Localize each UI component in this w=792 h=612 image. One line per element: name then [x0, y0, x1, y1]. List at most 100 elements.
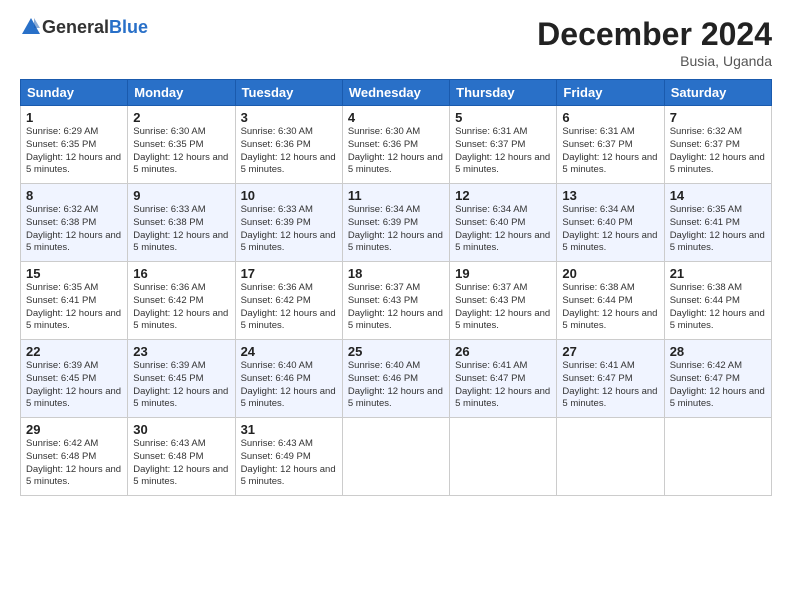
day-number: 19: [455, 266, 551, 281]
day-number: 30: [133, 422, 229, 437]
calendar-cell: 5 Sunrise: 6:31 AMSunset: 6:37 PMDayligh…: [450, 106, 557, 184]
day-number: 5: [455, 110, 551, 125]
calendar-cell: 11 Sunrise: 6:34 AMSunset: 6:39 PMDaylig…: [342, 184, 449, 262]
col-friday: Friday: [557, 80, 664, 106]
calendar-cell: 6 Sunrise: 6:31 AMSunset: 6:37 PMDayligh…: [557, 106, 664, 184]
day-number: 12: [455, 188, 551, 203]
logo-blue-text: Blue: [109, 17, 148, 38]
day-number: 11: [348, 188, 444, 203]
day-number: 13: [562, 188, 658, 203]
day-number: 27: [562, 344, 658, 359]
day-info: Sunrise: 6:35 AMSunset: 6:41 PMDaylight:…: [26, 282, 121, 331]
calendar-cell: 31 Sunrise: 6:43 AMSunset: 6:49 PMDaylig…: [235, 418, 342, 496]
month-title: December 2024: [537, 16, 772, 53]
day-info: Sunrise: 6:32 AMSunset: 6:38 PMDaylight:…: [26, 204, 121, 253]
day-info: Sunrise: 6:35 AMSunset: 6:41 PMDaylight:…: [670, 204, 765, 253]
day-info: Sunrise: 6:38 AMSunset: 6:44 PMDaylight:…: [562, 282, 657, 331]
day-number: 26: [455, 344, 551, 359]
day-number: 21: [670, 266, 766, 281]
calendar-cell: 21 Sunrise: 6:38 AMSunset: 6:44 PMDaylig…: [664, 262, 771, 340]
calendar-cell: 22 Sunrise: 6:39 AMSunset: 6:45 PMDaylig…: [21, 340, 128, 418]
day-info: Sunrise: 6:39 AMSunset: 6:45 PMDaylight:…: [26, 360, 121, 409]
day-number: 25: [348, 344, 444, 359]
logo: GeneralBlue: [20, 16, 148, 38]
col-sunday: Sunday: [21, 80, 128, 106]
day-number: 22: [26, 344, 122, 359]
day-number: 29: [26, 422, 122, 437]
calendar-cell: 14 Sunrise: 6:35 AMSunset: 6:41 PMDaylig…: [664, 184, 771, 262]
calendar-cell: 19 Sunrise: 6:37 AMSunset: 6:43 PMDaylig…: [450, 262, 557, 340]
calendar-cell: 2 Sunrise: 6:30 AMSunset: 6:35 PMDayligh…: [128, 106, 235, 184]
col-thursday: Thursday: [450, 80, 557, 106]
day-info: Sunrise: 6:32 AMSunset: 6:37 PMDaylight:…: [670, 126, 765, 175]
calendar-cell: 9 Sunrise: 6:33 AMSunset: 6:38 PMDayligh…: [128, 184, 235, 262]
col-tuesday: Tuesday: [235, 80, 342, 106]
day-number: 24: [241, 344, 337, 359]
calendar-cell: 24 Sunrise: 6:40 AMSunset: 6:46 PMDaylig…: [235, 340, 342, 418]
day-info: Sunrise: 6:36 AMSunset: 6:42 PMDaylight:…: [241, 282, 336, 331]
day-info: Sunrise: 6:40 AMSunset: 6:46 PMDaylight:…: [241, 360, 336, 409]
calendar-cell: [450, 418, 557, 496]
day-number: 23: [133, 344, 229, 359]
calendar-week-row: 15 Sunrise: 6:35 AMSunset: 6:41 PMDaylig…: [21, 262, 772, 340]
day-info: Sunrise: 6:30 AMSunset: 6:36 PMDaylight:…: [348, 126, 443, 175]
col-saturday: Saturday: [664, 80, 771, 106]
calendar-week-row: 1 Sunrise: 6:29 AMSunset: 6:35 PMDayligh…: [21, 106, 772, 184]
calendar-cell: 7 Sunrise: 6:32 AMSunset: 6:37 PMDayligh…: [664, 106, 771, 184]
logo-general-text: General: [42, 17, 109, 38]
calendar-cell: [664, 418, 771, 496]
calendar-cell: 20 Sunrise: 6:38 AMSunset: 6:44 PMDaylig…: [557, 262, 664, 340]
day-number: 3: [241, 110, 337, 125]
title-area: December 2024 Busia, Uganda: [537, 16, 772, 69]
day-number: 20: [562, 266, 658, 281]
day-number: 9: [133, 188, 229, 203]
day-info: Sunrise: 6:43 AMSunset: 6:48 PMDaylight:…: [133, 438, 228, 487]
day-number: 18: [348, 266, 444, 281]
day-info: Sunrise: 6:40 AMSunset: 6:46 PMDaylight:…: [348, 360, 443, 409]
calendar-cell: [342, 418, 449, 496]
calendar-cell: 23 Sunrise: 6:39 AMSunset: 6:45 PMDaylig…: [128, 340, 235, 418]
calendar-cell: 13 Sunrise: 6:34 AMSunset: 6:40 PMDaylig…: [557, 184, 664, 262]
calendar-cell: 10 Sunrise: 6:33 AMSunset: 6:39 PMDaylig…: [235, 184, 342, 262]
day-info: Sunrise: 6:42 AMSunset: 6:47 PMDaylight:…: [670, 360, 765, 409]
calendar-week-row: 29 Sunrise: 6:42 AMSunset: 6:48 PMDaylig…: [21, 418, 772, 496]
day-number: 1: [26, 110, 122, 125]
day-info: Sunrise: 6:34 AMSunset: 6:40 PMDaylight:…: [562, 204, 657, 253]
day-info: Sunrise: 6:34 AMSunset: 6:39 PMDaylight:…: [348, 204, 443, 253]
calendar-cell: 17 Sunrise: 6:36 AMSunset: 6:42 PMDaylig…: [235, 262, 342, 340]
day-number: 4: [348, 110, 444, 125]
header: GeneralBlue December 2024 Busia, Uganda: [20, 16, 772, 69]
day-number: 28: [670, 344, 766, 359]
day-info: Sunrise: 6:34 AMSunset: 6:40 PMDaylight:…: [455, 204, 550, 253]
day-info: Sunrise: 6:31 AMSunset: 6:37 PMDaylight:…: [455, 126, 550, 175]
calendar-cell: 16 Sunrise: 6:36 AMSunset: 6:42 PMDaylig…: [128, 262, 235, 340]
day-info: Sunrise: 6:33 AMSunset: 6:39 PMDaylight:…: [241, 204, 336, 253]
calendar-cell: 8 Sunrise: 6:32 AMSunset: 6:38 PMDayligh…: [21, 184, 128, 262]
col-monday: Monday: [128, 80, 235, 106]
day-info: Sunrise: 6:37 AMSunset: 6:43 PMDaylight:…: [455, 282, 550, 331]
calendar-header-row: Sunday Monday Tuesday Wednesday Thursday…: [21, 80, 772, 106]
day-number: 8: [26, 188, 122, 203]
calendar-cell: 1 Sunrise: 6:29 AMSunset: 6:35 PMDayligh…: [21, 106, 128, 184]
calendar-cell: 12 Sunrise: 6:34 AMSunset: 6:40 PMDaylig…: [450, 184, 557, 262]
day-number: 10: [241, 188, 337, 203]
day-info: Sunrise: 6:41 AMSunset: 6:47 PMDaylight:…: [455, 360, 550, 409]
calendar-cell: 30 Sunrise: 6:43 AMSunset: 6:48 PMDaylig…: [128, 418, 235, 496]
day-number: 16: [133, 266, 229, 281]
day-info: Sunrise: 6:43 AMSunset: 6:49 PMDaylight:…: [241, 438, 336, 487]
logo-icon: [20, 16, 42, 38]
day-number: 15: [26, 266, 122, 281]
day-info: Sunrise: 6:33 AMSunset: 6:38 PMDaylight:…: [133, 204, 228, 253]
calendar-cell: 26 Sunrise: 6:41 AMSunset: 6:47 PMDaylig…: [450, 340, 557, 418]
calendar-cell: 4 Sunrise: 6:30 AMSunset: 6:36 PMDayligh…: [342, 106, 449, 184]
day-info: Sunrise: 6:38 AMSunset: 6:44 PMDaylight:…: [670, 282, 765, 331]
calendar-cell: 3 Sunrise: 6:30 AMSunset: 6:36 PMDayligh…: [235, 106, 342, 184]
calendar-cell: 29 Sunrise: 6:42 AMSunset: 6:48 PMDaylig…: [21, 418, 128, 496]
calendar-cell: [557, 418, 664, 496]
calendar-cell: 27 Sunrise: 6:41 AMSunset: 6:47 PMDaylig…: [557, 340, 664, 418]
day-info: Sunrise: 6:41 AMSunset: 6:47 PMDaylight:…: [562, 360, 657, 409]
calendar-week-row: 22 Sunrise: 6:39 AMSunset: 6:45 PMDaylig…: [21, 340, 772, 418]
day-number: 7: [670, 110, 766, 125]
day-number: 14: [670, 188, 766, 203]
calendar-cell: 25 Sunrise: 6:40 AMSunset: 6:46 PMDaylig…: [342, 340, 449, 418]
